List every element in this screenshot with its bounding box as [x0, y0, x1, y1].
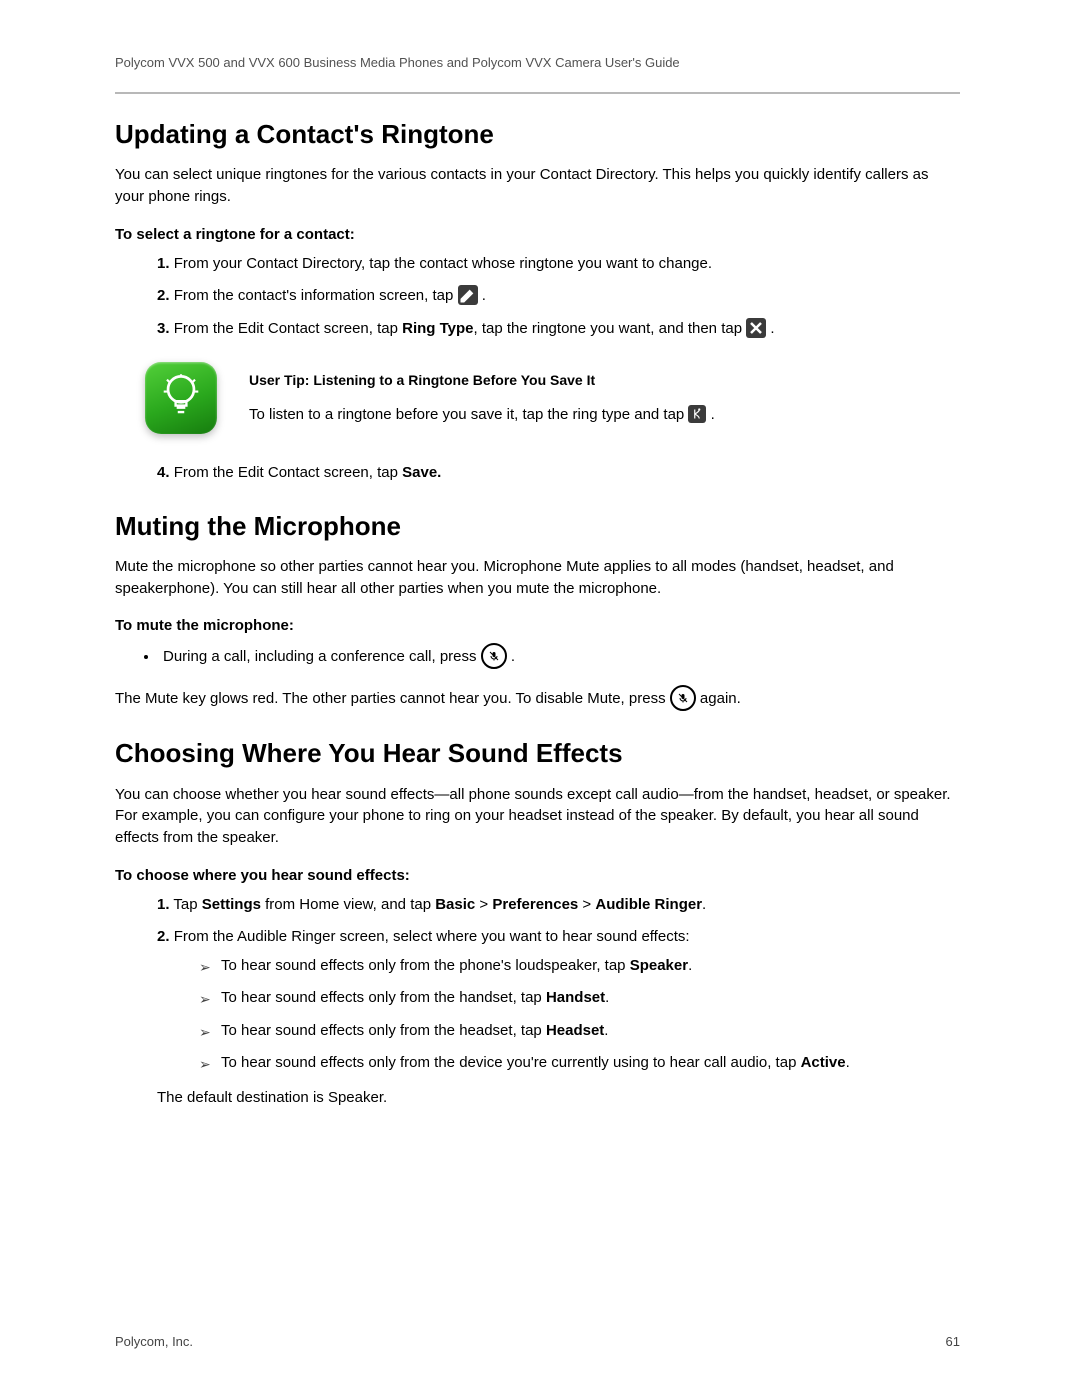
bold-text: Headset — [546, 1022, 604, 1039]
heading-muting: Muting the Microphone — [115, 511, 960, 542]
list-item: 3. From the Edit Contact screen, tap Rin… — [157, 318, 960, 341]
section-muting: Muting the Microphone Mute the microphon… — [115, 511, 960, 713]
list-item: 1. From your Contact Directory, tap the … — [157, 253, 960, 276]
bullet-list: During a call, including a conference ca… — [115, 644, 960, 670]
list-item: To hear sound effects only from the phon… — [221, 955, 960, 978]
opt-text: To hear sound effects only from the head… — [221, 1022, 546, 1039]
opt-text: . — [846, 1054, 850, 1071]
step-number: 2. — [157, 928, 170, 945]
list-item: 4. From the Edit Contact screen, tap Sav… — [157, 462, 960, 485]
bold-text: Handset — [546, 989, 605, 1006]
bullet-text: During a call, including a conference ca… — [163, 648, 481, 665]
opt-text: . — [604, 1022, 608, 1039]
tip-text-part: . — [711, 406, 715, 423]
text-part: The Mute key glows red. The other partie… — [115, 690, 670, 707]
procedure-lead: To mute the microphone: — [115, 617, 960, 634]
step-text: From the Edit Contact screen, tap — [174, 320, 402, 337]
lightbulb-icon — [145, 362, 217, 434]
intro-text: You can select unique ringtones for the … — [115, 164, 960, 208]
step-number: 3. — [157, 320, 170, 337]
step-text: , tap the ringtone you want, and then ta… — [474, 320, 747, 337]
procedure-lead: To choose where you hear sound effects: — [115, 867, 960, 884]
text-part: > — [475, 896, 492, 913]
intro-text: You can choose whether you hear sound ef… — [115, 784, 960, 849]
list-item: 1. Tap Settings from Home view, and tap … — [157, 894, 960, 917]
step-text: From your Contact Directory, tap the con… — [174, 255, 712, 272]
step-text: . — [770, 320, 774, 337]
ordered-list: 1. From your Contact Directory, tap the … — [115, 253, 960, 341]
tip-text: User Tip: Listening to a Ringtone Before… — [249, 362, 715, 427]
bold-text: Basic — [435, 896, 475, 913]
close-icon — [746, 318, 766, 338]
edit-icon — [458, 285, 478, 305]
bold-text: Save. — [402, 464, 441, 481]
list-item: To hear sound effects only from the head… — [221, 1020, 960, 1043]
step-text: From the Edit Contact screen, tap — [174, 464, 402, 481]
bold-text: Preferences — [492, 896, 578, 913]
bold-text: Audible Ringer — [595, 896, 702, 913]
ordered-list: 4. From the Edit Contact screen, tap Sav… — [115, 462, 960, 485]
step-text: . — [482, 287, 486, 304]
page-footer: Polycom, Inc. 61 — [115, 1334, 960, 1349]
list-item: 2. From the Audible Ringer screen, selec… — [157, 926, 960, 1109]
step-number: 2. — [157, 287, 170, 304]
bold-text: Speaker — [630, 957, 688, 974]
opt-text: To hear sound effects only from the hand… — [221, 989, 546, 1006]
procedure-lead: To select a ringtone for a contact: — [115, 226, 960, 243]
list-item: 2. From the contact's information screen… — [157, 285, 960, 308]
step-text: From the Audible Ringer screen, select w… — [174, 928, 690, 945]
arrow-list: To hear sound effects only from the phon… — [157, 955, 960, 1075]
mute-icon — [670, 685, 696, 711]
heading-updating-ringtone: Updating a Contact's Ringtone — [115, 119, 960, 150]
step-number: 1. — [157, 255, 170, 272]
bold-text: Ring Type — [402, 320, 473, 337]
section-updating-ringtone: Updating a Contact's Ringtone You can se… — [115, 119, 960, 485]
list-item: To hear sound effects only from the devi… — [221, 1052, 960, 1075]
tip-body: To listen to a ringtone before you save … — [249, 404, 715, 427]
document-page: Polycom VVX 500 and VVX 600 Business Med… — [0, 0, 1080, 1397]
ordered-list: 1. Tap Settings from Home view, and tap … — [115, 894, 960, 1110]
intro-text: Mute the microphone so other parties can… — [115, 556, 960, 600]
tip-block: User Tip: Listening to a Ringtone Before… — [145, 362, 960, 434]
play-icon — [688, 405, 706, 423]
tip-title: User Tip: Listening to a Ringtone Before… — [249, 372, 715, 388]
opt-text: To hear sound effects only from the phon… — [221, 957, 630, 974]
opt-text: . — [605, 989, 609, 1006]
text-part: Tap — [173, 896, 201, 913]
mute-icon — [481, 643, 507, 669]
step-number: 1. — [157, 896, 170, 913]
list-item: To hear sound effects only from the hand… — [221, 987, 960, 1010]
default-note: The default destination is Speaker. — [157, 1087, 960, 1110]
paragraph: The Mute key glows red. The other partie… — [115, 686, 960, 712]
step-number: 4. — [157, 464, 170, 481]
footer-page-number: 61 — [946, 1334, 960, 1349]
text-part: . — [702, 896, 706, 913]
text-part: from Home view, and tap — [261, 896, 435, 913]
header-rule — [115, 92, 960, 94]
section-sound-effects: Choosing Where You Hear Sound Effects Yo… — [115, 738, 960, 1109]
heading-sound-effects: Choosing Where You Hear Sound Effects — [115, 738, 960, 769]
step-text: From the contact's information screen, t… — [174, 287, 458, 304]
footer-company: Polycom, Inc. — [115, 1334, 193, 1349]
opt-text: . — [688, 957, 692, 974]
bold-text: Active — [801, 1054, 846, 1071]
bold-text: Settings — [202, 896, 261, 913]
opt-text: To hear sound effects only from the devi… — [221, 1054, 801, 1071]
bullet-text: . — [511, 648, 515, 665]
text-part: > — [578, 896, 595, 913]
doc-header: Polycom VVX 500 and VVX 600 Business Med… — [115, 55, 960, 70]
list-item: During a call, including a conference ca… — [159, 644, 960, 670]
text-part: again. — [700, 690, 741, 707]
tip-text-part: To listen to a ringtone before you save … — [249, 406, 688, 423]
